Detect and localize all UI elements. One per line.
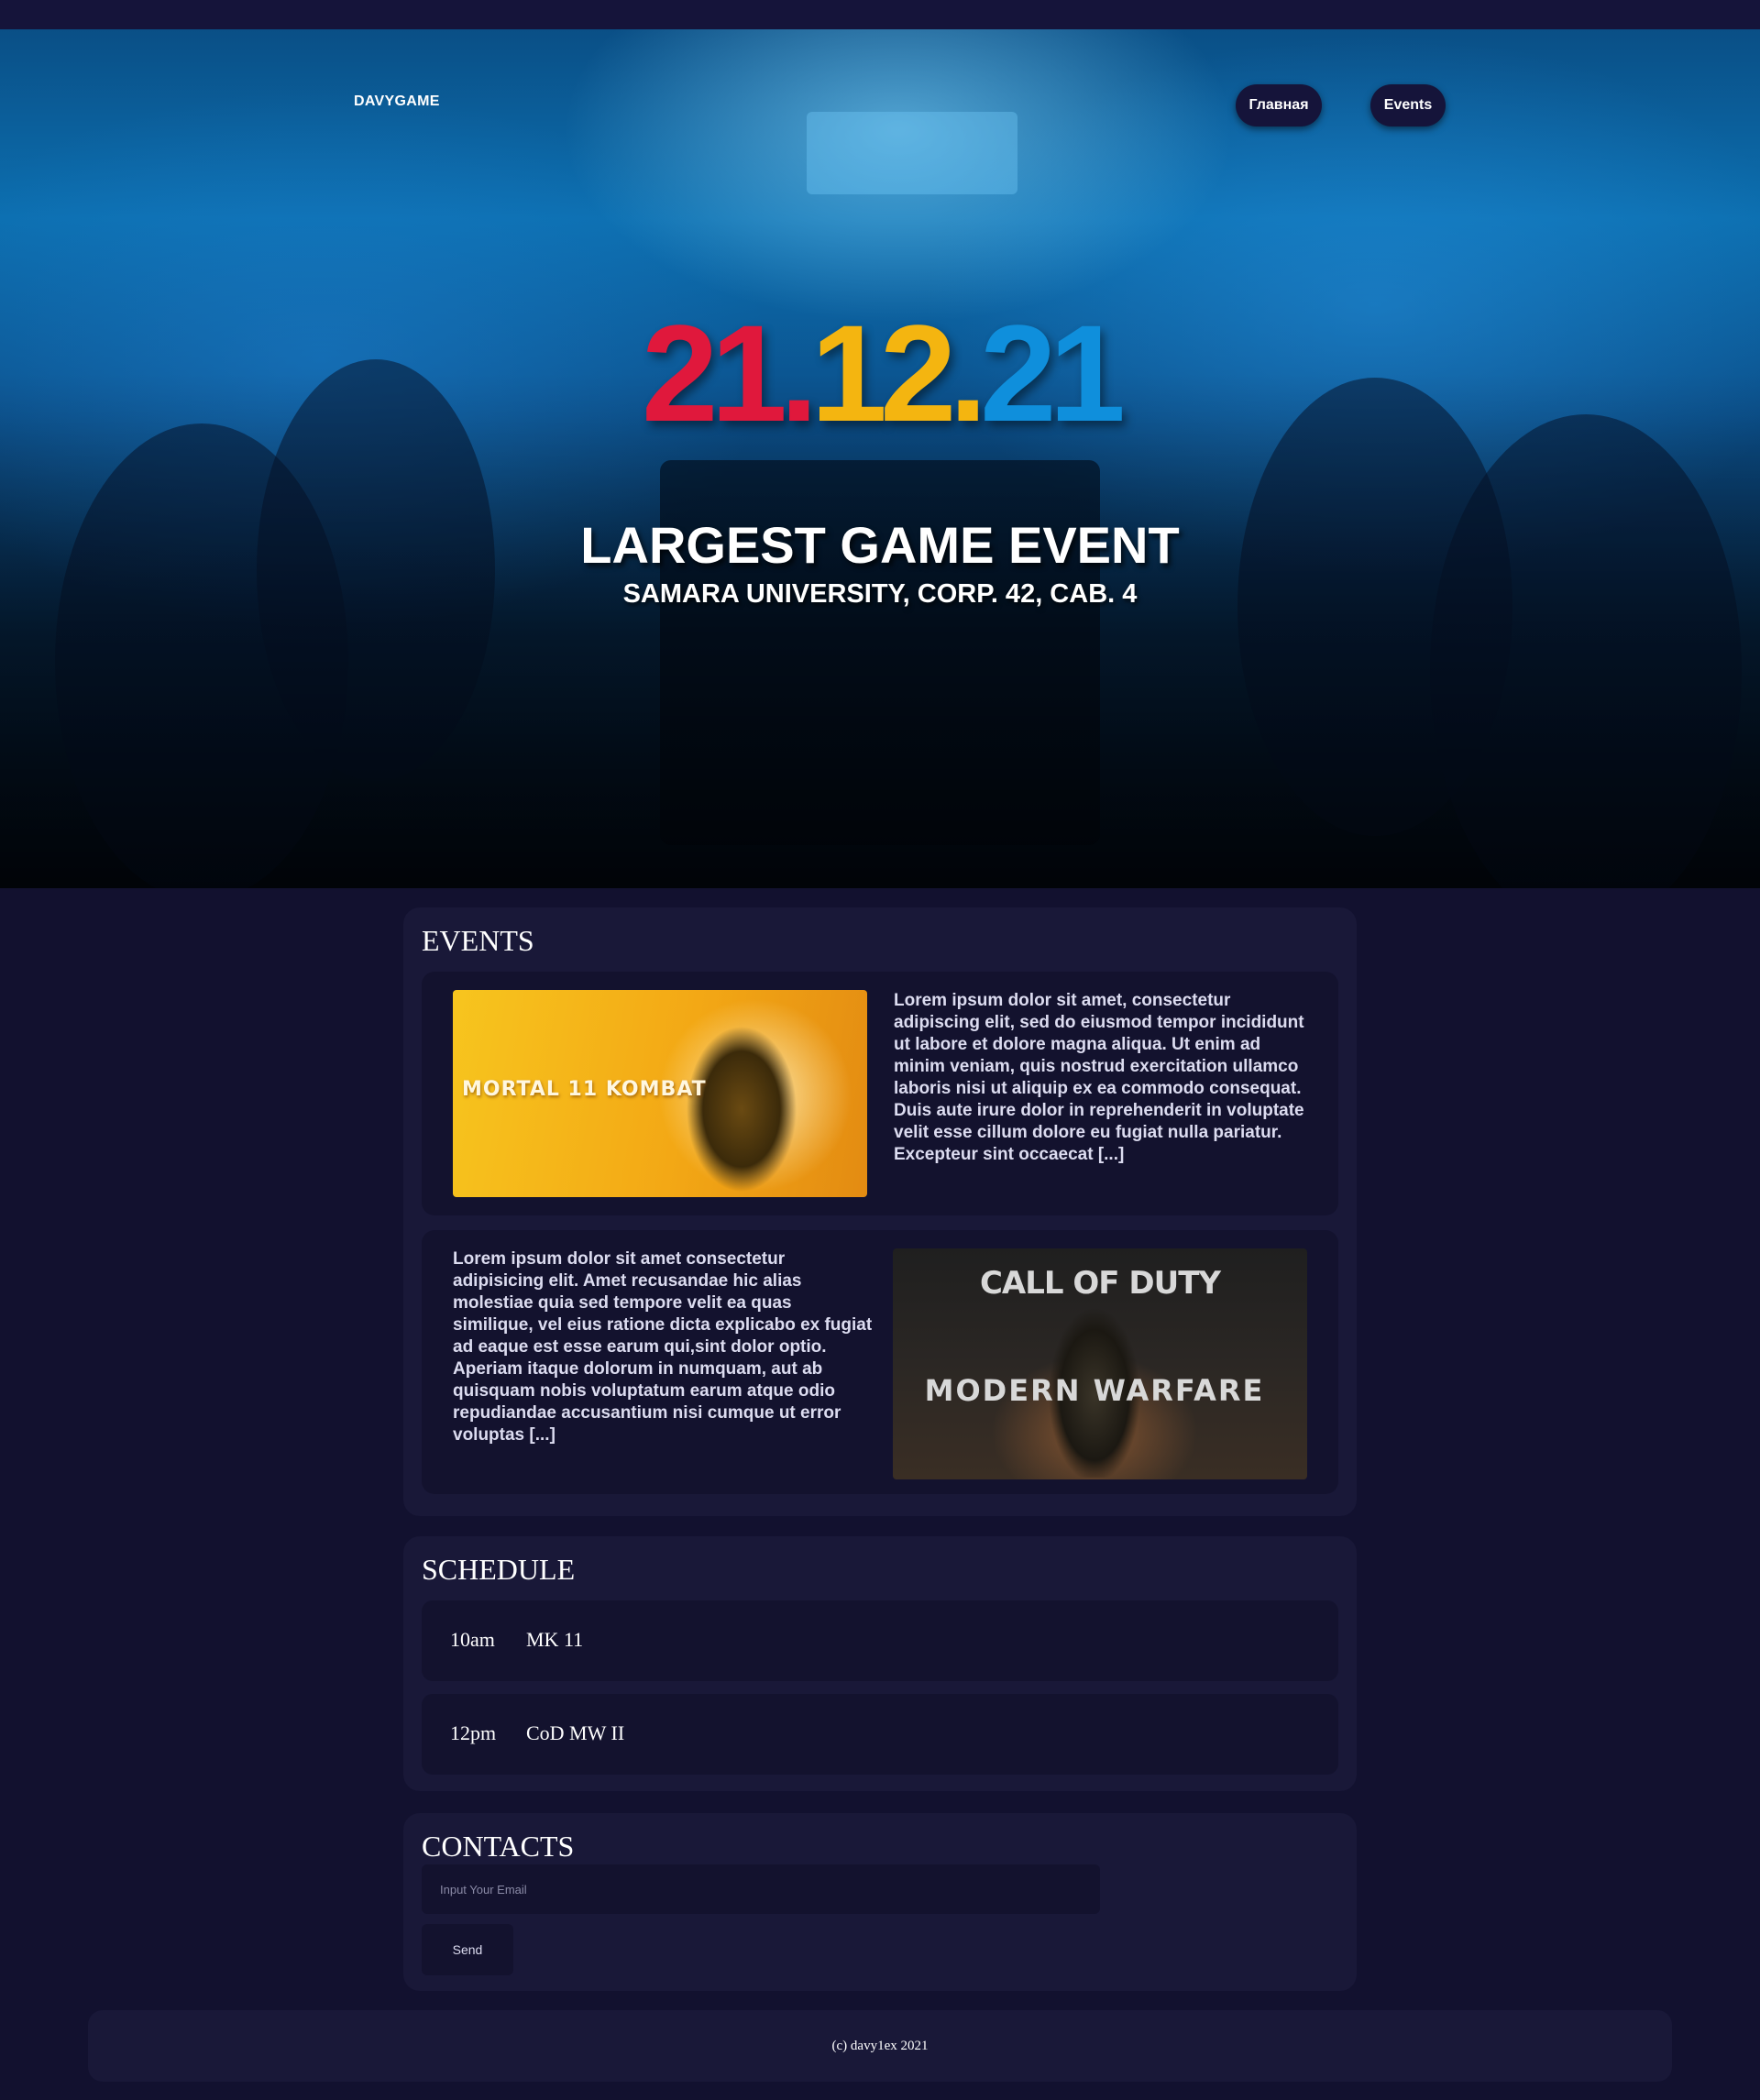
- footer: (c) davy1ex 2021: [88, 2010, 1672, 2082]
- schedule-heading: SCHEDULE: [422, 1553, 576, 1586]
- events-section: EVENTS MORTAL 11 KOMBAT Lorem ipsum dolo…: [403, 907, 1357, 1516]
- event-card-cod: Lorem ipsum dolor sit amet consectetur a…: [422, 1230, 1338, 1494]
- date-month: 12.: [810, 296, 988, 450]
- hero-banner: DAVYGAME Главная Events 21.12.21 LARGEST…: [0, 29, 1760, 888]
- send-button[interactable]: Send: [422, 1924, 513, 1975]
- schedule-time: 10am: [450, 1628, 495, 1651]
- schedule-row: 10am MK 11: [422, 1600, 1338, 1681]
- top-bar: [0, 0, 1760, 29]
- hero-subtitle: SAMARA UNIVERSITY, CORP. 42, CAB. 4: [622, 579, 1138, 609]
- mortal-kombat-image[interactable]: MORTAL 11 KOMBAT: [453, 990, 867, 1197]
- call-of-duty-image[interactable]: CALL OF DUTY MODERN WARFARE: [893, 1248, 1307, 1479]
- schedule-game: MK 11: [526, 1628, 584, 1651]
- events-heading: EVENTS: [422, 924, 534, 957]
- event-description-mk: Lorem ipsum dolor sit amet, consectetur …: [894, 991, 1304, 1164]
- cod-logo-bottom: MODERN WARFARE: [924, 1373, 1265, 1408]
- email-input[interactable]: [422, 1864, 1100, 1914]
- hero-title: LARGEST GAME EVENT: [580, 516, 1180, 574]
- date-day: 21.: [642, 296, 819, 450]
- contacts-section: CONTACTS Send: [403, 1813, 1357, 1991]
- event-description-cod: Lorem ipsum dolor sit amet consectetur a…: [453, 1249, 873, 1445]
- footer-copyright: (c) davy1ex 2021: [831, 2038, 929, 2053]
- schedule-row: 12pm CoD MW II: [422, 1694, 1338, 1775]
- schedule-section: SCHEDULE 10am MK 11 12pm CoD MW II: [403, 1536, 1357, 1791]
- mortal-kombat-logo: MORTAL 11 KOMBAT: [462, 1078, 707, 1101]
- date-year: 21: [980, 296, 1126, 450]
- contacts-heading: CONTACTS: [422, 1830, 575, 1863]
- schedule-game: CoD MW II: [526, 1721, 625, 1744]
- nav-home-button[interactable]: Главная: [1236, 84, 1322, 126]
- nav-events-button[interactable]: Events: [1370, 84, 1446, 126]
- event-date: 21.12.21: [0, 304, 1760, 442]
- schedule-time: 12pm: [450, 1721, 497, 1744]
- event-card-mk: MORTAL 11 KOMBAT Lorem ipsum dolor sit a…: [422, 972, 1338, 1215]
- cod-logo-top: CALL OF DUTY: [979, 1265, 1221, 1302]
- site-logo[interactable]: DAVYGAME: [354, 93, 440, 110]
